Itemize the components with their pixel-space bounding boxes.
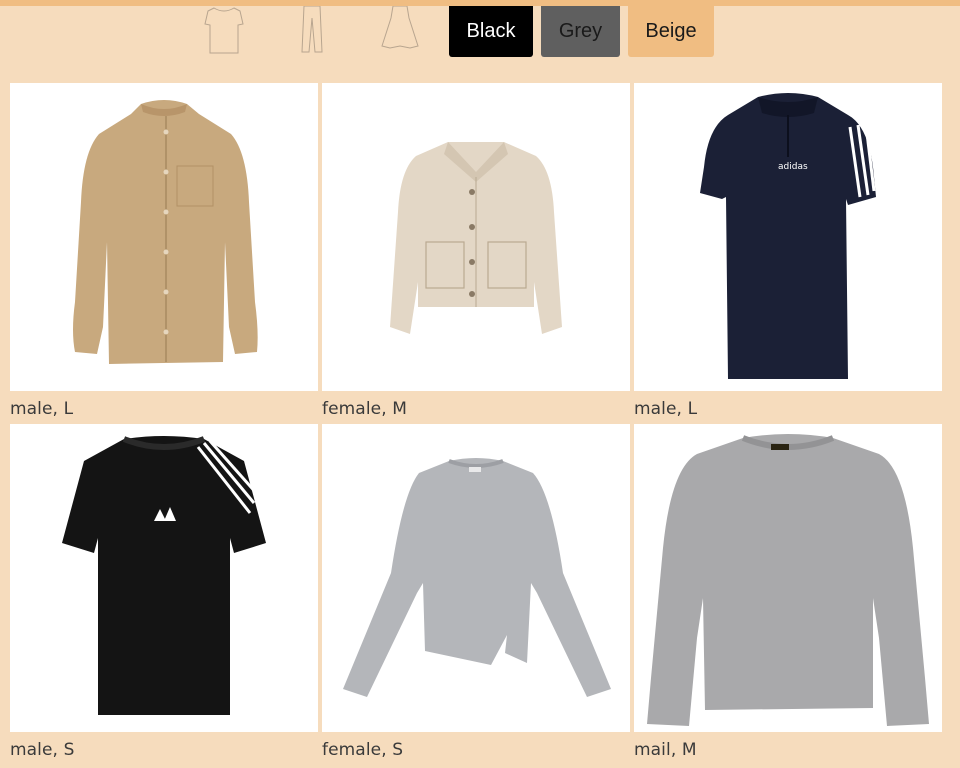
color-beige-button[interactable]: Beige <box>628 6 714 57</box>
product-caption: mail, M <box>634 740 697 760</box>
black-tshirt-image[interactable] <box>10 424 318 732</box>
product-card[interactable]: mail, M <box>634 424 942 760</box>
product-caption: male, L <box>10 399 74 419</box>
beige-jacket-image[interactable] <box>322 83 630 391</box>
product-caption: male, S <box>10 740 75 760</box>
navy-polo-image[interactable]: adidas <box>634 83 942 391</box>
color-grey-button[interactable]: Grey <box>541 6 620 57</box>
product-caption: male, L <box>634 399 698 419</box>
product-card[interactable]: female, M <box>322 83 630 419</box>
product-card[interactable]: female, S <box>322 424 630 760</box>
tshirt-icon[interactable] <box>200 6 248 56</box>
color-black-button[interactable]: Black <box>449 6 533 57</box>
grey-sweater-image[interactable] <box>634 424 942 732</box>
beige-shirt-image[interactable] <box>10 83 318 391</box>
product-caption: female, M <box>322 399 407 419</box>
filter-bar: Black Grey Beige <box>0 6 960 62</box>
grey-longsleeve-image[interactable] <box>322 424 630 732</box>
product-card[interactable]: male, S <box>10 424 318 760</box>
product-card[interactable]: adidas male, L <box>634 83 942 419</box>
adidas-logo: adidas <box>778 162 808 172</box>
dress-icon[interactable] <box>376 6 424 56</box>
product-caption: female, S <box>322 740 404 760</box>
product-card[interactable]: male, L <box>10 83 318 419</box>
pants-icon[interactable] <box>288 6 336 56</box>
